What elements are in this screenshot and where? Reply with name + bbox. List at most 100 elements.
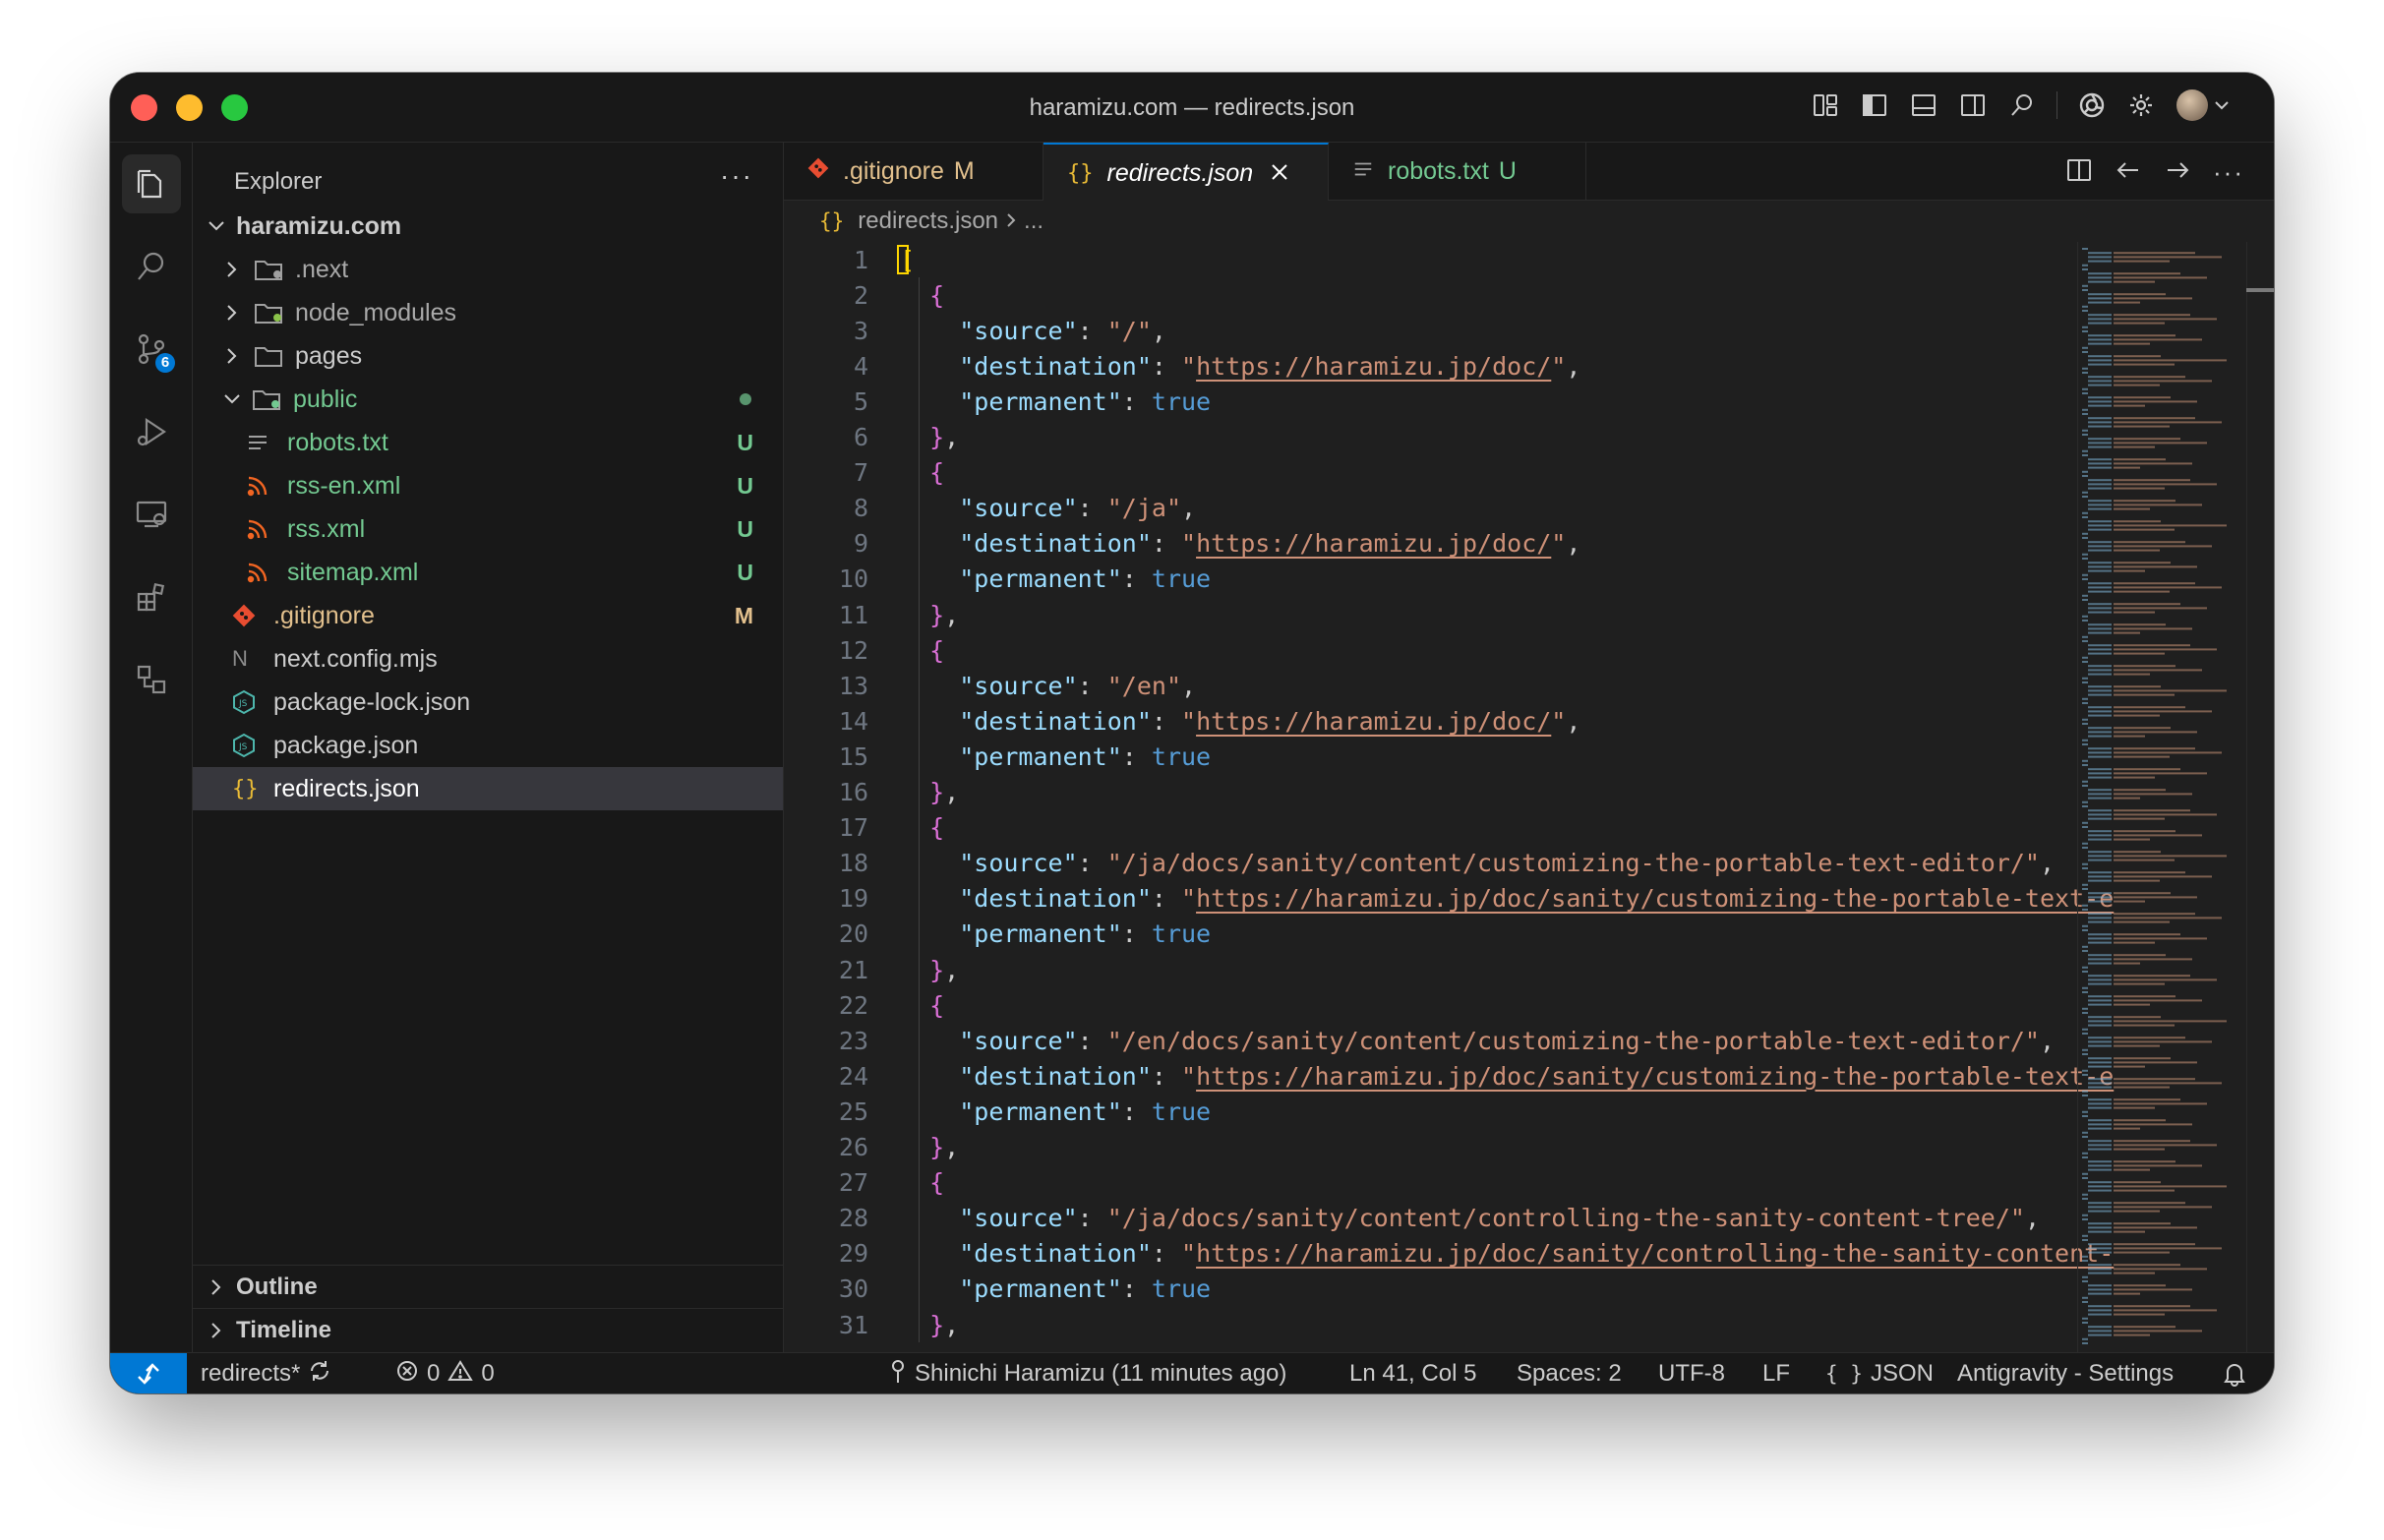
branch-indicator[interactable]: redirects* [201, 1353, 331, 1393]
line-number: 6 [853, 423, 868, 451]
code-line[interactable]: 31 }, [784, 1307, 959, 1342]
code-line[interactable]: 9 "destination": "https://haramizu.jp/do… [784, 526, 1580, 562]
tree-item-redirects[interactable]: {} redirects.json [193, 767, 783, 810]
minimap-line [2114, 933, 2180, 936]
settings-profile[interactable]: Antigravity - Settings [1957, 1353, 2174, 1393]
cursor-position[interactable]: Ln 41, Col 5 [1349, 1353, 1476, 1393]
git-blame[interactable]: Shinichi Haramizu (11 minutes ago) [889, 1353, 1286, 1393]
code-line[interactable]: 12 { [784, 632, 944, 668]
tab-robots[interactable]: robots.txt U [1329, 143, 1586, 201]
encoding[interactable]: UTF-8 [1658, 1353, 1725, 1393]
indentation[interactable]: Spaces: 2 [1517, 1353, 1622, 1393]
tree-item-package-lock[interactable]: JS package-lock.json [193, 681, 783, 724]
code-line[interactable]: 8 "source": "/ja", [784, 491, 1196, 526]
tree-item-sitemap[interactable]: sitemap.xml U [193, 551, 783, 594]
code-line[interactable]: 25 "permanent": true [784, 1094, 1211, 1129]
code-line[interactable]: 2 { [784, 277, 944, 313]
tree-item-rss[interactable]: rss.xml U [193, 507, 783, 551]
outline-section[interactable]: Outline [193, 1265, 783, 1308]
tree-item-gitignore[interactable]: .gitignore M [193, 594, 783, 637]
code-line[interactable]: 21 }, [784, 952, 959, 987]
scroll-thumb[interactable] [2246, 288, 2274, 292]
code-text: "source": "/", [959, 316, 1166, 345]
tree-item-rss-en[interactable]: rss-en.xml U [193, 464, 783, 507]
minimap-line [2082, 408, 2088, 411]
account-menu[interactable] [2175, 89, 2231, 121]
tab-gitignore[interactable]: .gitignore M [784, 143, 1043, 201]
toggle-panel-icon[interactable] [1909, 90, 1938, 120]
extensions-icon[interactable] [122, 567, 181, 626]
code-line[interactable]: 14 "destination": "https://haramizu.jp/d… [784, 703, 1581, 739]
code-line[interactable]: 17 { [784, 810, 944, 846]
code-line[interactable]: 16 }, [784, 775, 959, 810]
code-line[interactable]: 15 "permanent": true [784, 739, 1211, 774]
end-of-line[interactable]: LF [1762, 1353, 1790, 1393]
code-line[interactable]: 6 }, [784, 420, 959, 455]
tree-item-next-config[interactable]: N next.config.mjs [193, 637, 783, 681]
customize-layout-icon[interactable] [1811, 90, 1840, 120]
minimap-line [2082, 475, 2088, 477]
toggle-secondary-sidebar-icon[interactable] [1958, 90, 1988, 120]
arrow-right-icon[interactable] [2164, 156, 2191, 189]
arrow-left-icon[interactable] [2115, 156, 2142, 189]
toggle-primary-sidebar-icon[interactable] [1860, 90, 1889, 120]
timeline-section[interactable]: Timeline [193, 1308, 783, 1351]
code-line[interactable]: 13 "source": "/en", [784, 668, 1196, 703]
problems-indicator[interactable]: 0 0 [395, 1353, 495, 1393]
code-line[interactable]: 23 "source": "/en/docs/sanity/content/cu… [784, 1023, 2055, 1058]
minimap-line [2082, 950, 2088, 952]
code-line[interactable]: 4 "destination": "https://haramizu.jp/do… [784, 348, 1580, 384]
tree-item-robots[interactable]: robots.txt U [193, 421, 783, 464]
split-editor-icon[interactable] [2065, 156, 2093, 189]
more-actions-icon[interactable]: ··· [2213, 157, 2244, 188]
tree-item-package[interactable]: JS package.json [193, 724, 783, 767]
folder-root[interactable]: haramizu.com [193, 205, 783, 248]
code-line[interactable]: 1[ [784, 242, 915, 277]
tree-item-node-modules[interactable]: node_modules [193, 291, 783, 334]
code-line[interactable]: 20 "permanent": true [784, 917, 1211, 952]
minimap-line [2114, 603, 2180, 606]
explorer-more-button[interactable]: ··· [720, 160, 753, 192]
minimap[interactable] [2077, 242, 2244, 1352]
graph-icon[interactable] [122, 650, 181, 709]
code-text: "destination": "https://haramizu.jp/doc/… [959, 529, 1581, 559]
run-debug-icon[interactable] [122, 402, 181, 461]
breadcrumb-file[interactable]: redirects.json [858, 207, 998, 235]
code-line[interactable]: 19 "destination": "https://haramizu.jp/d… [784, 881, 2114, 917]
remote-indicator[interactable] [110, 1353, 187, 1393]
line-number: 30 [838, 1274, 868, 1304]
code-line[interactable]: 22 { [784, 987, 944, 1023]
code-line[interactable]: 18 "source": "/ja/docs/sanity/content/cu… [784, 846, 2055, 881]
search-icon[interactable] [2007, 90, 2037, 120]
minimap-line [2114, 458, 2166, 461]
code-line[interactable]: 10 "permanent": true [784, 562, 1211, 597]
tab-redirects[interactable]: {} redirects.json [1043, 143, 1329, 202]
tree-item-next[interactable]: .next [193, 248, 783, 291]
code-line[interactable]: 28 "source": "/ja/docs/sanity/content/co… [784, 1201, 2040, 1236]
breadcrumb-rest[interactable]: ... [1024, 207, 1043, 235]
code-line[interactable]: 7 { [784, 455, 944, 491]
minimap-line [2082, 945, 2088, 948]
remote-explorer-icon[interactable] [122, 485, 181, 544]
code-text: { [929, 990, 945, 1020]
tree-item-pages[interactable]: pages [193, 334, 783, 378]
source-control-icon[interactable]: 6 [122, 320, 181, 379]
code-line[interactable]: 29 "destination": "https://haramizu.jp/d… [784, 1236, 2114, 1272]
bell-icon[interactable] [2223, 1353, 2246, 1393]
code-line[interactable]: 5 "permanent": true [784, 384, 1211, 419]
code-line[interactable]: 11 }, [784, 597, 959, 632]
explorer-icon[interactable] [122, 154, 181, 213]
code-line[interactable]: 26 }, [784, 1130, 959, 1165]
code-line[interactable]: 24 "destination": "https://haramizu.jp/d… [784, 1058, 2114, 1094]
language-mode[interactable]: { } JSON [1825, 1353, 1934, 1393]
close-icon[interactable] [1271, 159, 1288, 188]
copilot-icon[interactable] [2077, 90, 2107, 120]
code-editor[interactable]: 1[2 {3 "source": "/", 4 "destination": "h… [784, 242, 2274, 1352]
code-line[interactable]: 3 "source": "/", [784, 313, 1166, 348]
code-line[interactable]: 27 { [784, 1165, 944, 1201]
code-line[interactable]: 30 "permanent": true [784, 1272, 1211, 1307]
tree-item-public[interactable]: public [193, 378, 783, 421]
gear-icon[interactable] [2126, 90, 2156, 120]
editor-scrollbar[interactable] [2246, 242, 2274, 1352]
search-icon[interactable] [122, 237, 181, 296]
